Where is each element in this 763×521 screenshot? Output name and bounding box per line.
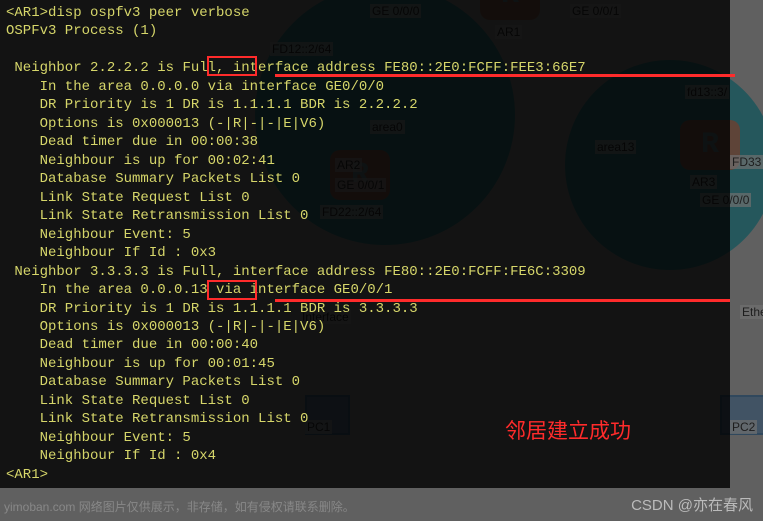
underline-neighbor2 — [275, 299, 730, 302]
watermark-moban: yimoban.com 网络图片仅供展示，非存储，如有侵权请联系删除。 — [4, 498, 355, 515]
cli-header: OSPFv3 Process (1) — [6, 22, 724, 40]
neighbor1-line: Options is 0x000013 (-|R|-|-|E|V6) — [6, 115, 724, 133]
cli-end-prompt: <AR1> — [6, 466, 724, 484]
neighbor2-line: Neighbour is up for 00:01:45 — [6, 355, 724, 373]
highlight-box-full-2 — [207, 280, 257, 300]
annotation-text: 邻居建立成功 — [505, 415, 631, 445]
neighbor1-line: Neighbour Event: 5 — [6, 226, 724, 244]
neighbor2-title: Neighbor 3.3.3.3 is Full, interface addr… — [6, 263, 724, 281]
neighbor2-line: Neighbour If Id : 0x4 — [6, 447, 724, 465]
neighbor1-line: DR Priority is 1 DR is 1.1.1.1 BDR is 2.… — [6, 96, 724, 114]
watermark-csdn: CSDN @亦在春风 — [631, 494, 753, 515]
highlight-box-full-1 — [207, 56, 257, 76]
ether-label: Ether — [740, 305, 763, 319]
neighbor2-line: DR Priority is 1 DR is 1.1.1.1 BDR is 3.… — [6, 300, 724, 318]
underline-neighbor1 — [275, 74, 735, 77]
neighbor2-line: Options is 0x000013 (-|R|-|-|E|V6) — [6, 318, 724, 336]
neighbor2-line: Database Summary Packets List 0 — [6, 373, 724, 391]
neighbor1-line: Neighbour If Id : 0x3 — [6, 244, 724, 262]
neighbor1-line: Neighbour is up for 00:02:41 — [6, 152, 724, 170]
neighbor1-line: Link State Request List 0 — [6, 189, 724, 207]
neighbor1-line: Database Summary Packets List 0 — [6, 170, 724, 188]
neighbor1-line: In the area 0.0.0.0 via interface GE0/0/… — [6, 78, 724, 96]
neighbor2-status: Full, — [182, 264, 224, 280]
fd33-label: FD33 — [730, 155, 763, 169]
neighbor1-line: Dead timer due in 00:00:38 — [6, 133, 724, 151]
pc2-label: PC2 — [730, 420, 757, 434]
neighbor2-line: Link State Request List 0 — [6, 392, 724, 410]
cli-prompt-line: <AR1>disp ospfv3 peer verbose — [6, 4, 724, 22]
neighbor2-line: In the area 0.0.0.13 via interface GE0/0… — [6, 281, 724, 299]
neighbor2-line: Dead timer due in 00:00:40 — [6, 336, 724, 354]
neighbor1-line: Link State Retransmission List 0 — [6, 207, 724, 225]
